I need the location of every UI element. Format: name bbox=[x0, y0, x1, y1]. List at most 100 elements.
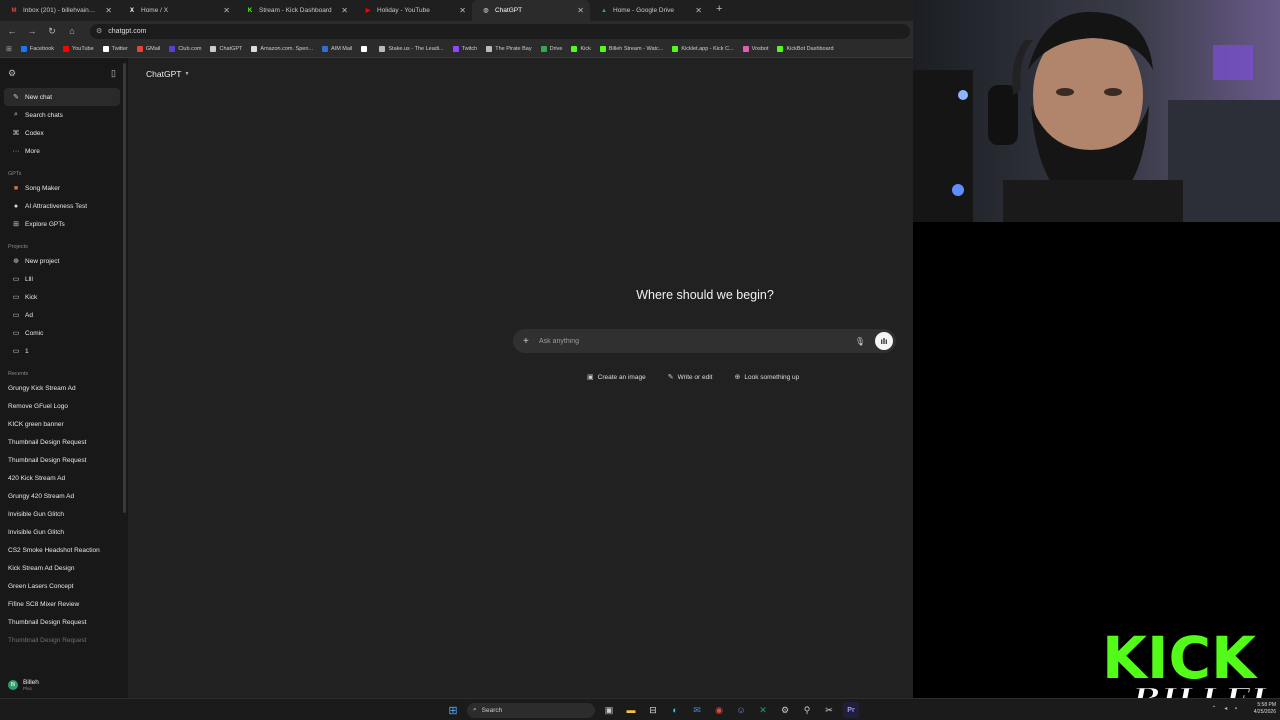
settings-icon[interactable]: ⚙ bbox=[777, 702, 793, 718]
bookmark-aim-mail[interactable]: AIM Mail bbox=[322, 46, 352, 52]
pin-icon[interactable]: ⚲ bbox=[799, 702, 815, 718]
recent-chat-item[interactable]: Grungy 420 Stream Ad bbox=[0, 487, 128, 505]
recent-chat-item[interactable]: Fifine SC8 Mixer Review bbox=[0, 595, 128, 613]
recent-chat-item[interactable]: Thumbnail Design Request bbox=[0, 631, 128, 649]
bookmark-twitch[interactable]: Twitch bbox=[452, 46, 477, 52]
gpt-item-ai-attractiveness-test[interactable]: ● AI Attractiveness Test bbox=[4, 197, 120, 215]
gpt-item-song-maker[interactable]: ■ Song Maker bbox=[4, 179, 120, 197]
close-tab-icon[interactable]: ✕ bbox=[341, 6, 348, 15]
close-tab-icon[interactable]: ✕ bbox=[459, 6, 466, 15]
recent-chat-item[interactable]: CS2 Smoke Headshot Reaction bbox=[0, 541, 128, 559]
store-icon[interactable]: ⊟ bbox=[645, 702, 661, 718]
bookmark-kickbot-dashboard[interactable]: KickBot Dashboard bbox=[777, 46, 834, 52]
bookmark-club-com[interactable]: Club.com bbox=[169, 46, 201, 52]
tab-inbox-201-billehvain-gmail-com[interactable]: M Inbox (201) - billehvain@gmail.com ✕ bbox=[0, 0, 118, 21]
bookmark-x[interactable] bbox=[361, 46, 370, 52]
tab-home-x[interactable]: X Home / X ✕ bbox=[118, 0, 236, 21]
chip-look-something-up[interactable]: ⊕ Look something up bbox=[727, 370, 806, 384]
recent-chat-item[interactable]: Thumbnail Design Request bbox=[0, 613, 128, 631]
new-tab-button[interactable]: + bbox=[708, 0, 730, 21]
file-explorer-icon[interactable]: ▬ bbox=[623, 702, 639, 718]
bookmark-amazon-com-spen[interactable]: Amazon.com. Spen... bbox=[251, 46, 313, 52]
model-selector[interactable]: ChatGPT ▼ bbox=[146, 69, 189, 79]
project-item-ad[interactable]: ▭ Ad bbox=[4, 306, 120, 324]
project-item-llll[interactable]: ▭ Llll bbox=[4, 270, 120, 288]
recent-chat-item[interactable]: Kick Stream Ad Design bbox=[0, 559, 128, 577]
site-info-icon[interactable]: ⚙ bbox=[96, 27, 102, 35]
reload-icon[interactable]: ↻ bbox=[46, 26, 58, 37]
bookmark-kick[interactable]: Kick bbox=[571, 46, 591, 52]
bookmark-label: Stake.us - The Leadi... bbox=[388, 46, 444, 52]
address-bar[interactable]: ⚙ chatgpt.com bbox=[90, 23, 910, 39]
chip-write-or-edit[interactable]: ✎ Write or edit bbox=[661, 370, 720, 384]
clock[interactable]: 5:58 PM 4/25/2026 bbox=[1254, 702, 1276, 716]
task-view-icon[interactable]: ▣ bbox=[601, 702, 617, 718]
recent-chat-item[interactable]: Green Lasers Concept bbox=[0, 577, 128, 595]
sidebar-toggle-icon[interactable]: ▯ bbox=[111, 68, 116, 79]
close-tab-icon[interactable]: ✕ bbox=[695, 6, 702, 15]
webcam-overlay bbox=[913, 0, 1280, 222]
sidebar-item-more[interactable]: ··· More bbox=[4, 142, 120, 160]
gmail-icon: M bbox=[11, 7, 17, 14]
recent-chat-item[interactable]: Grungy Kick Stream Ad bbox=[0, 379, 128, 397]
chrome-icon[interactable]: ◉ bbox=[711, 702, 727, 718]
sidebar-scrollbar[interactable] bbox=[123, 63, 126, 513]
outlook-icon[interactable]: ✉ bbox=[689, 702, 705, 718]
bookmark-vosbot[interactable]: Vosbot bbox=[742, 46, 768, 52]
recent-chat-item[interactable]: Invisible Gun Glitch bbox=[0, 523, 128, 541]
capcut-icon[interactable]: ✂ bbox=[821, 702, 837, 718]
microphone-icon[interactable]: 🎙︎ bbox=[855, 337, 865, 346]
prompt-input[interactable] bbox=[535, 337, 855, 345]
taskbar-search[interactable]: ⌕ Search bbox=[467, 702, 595, 718]
bookmark-kicklet-app-kick-c[interactable]: Kicklet.app - Kick C... bbox=[672, 46, 734, 52]
sidebar-item-label: Codex bbox=[25, 129, 44, 137]
project-item-kick[interactable]: ▭ Kick bbox=[4, 288, 120, 306]
bookmark-drive[interactable]: Drive bbox=[540, 46, 562, 52]
bookmark-facebook[interactable]: Facebook bbox=[20, 46, 54, 52]
user-menu[interactable]: BI Billeh Plus bbox=[0, 672, 128, 698]
tab-stream-kick-dashboard[interactable]: K Stream - Kick Dashboard ✕ bbox=[236, 0, 354, 21]
close-tab-icon[interactable]: ✕ bbox=[577, 6, 584, 15]
recent-chat-item[interactable]: 420 Kick Stream Ad bbox=[0, 469, 128, 487]
recent-chat-item[interactable]: Remove GFuel Logo bbox=[0, 397, 128, 415]
bookmark-stake-us-the-leadi[interactable]: Stake.us - The Leadi... bbox=[379, 46, 444, 52]
system-tray[interactable]: ⌃ ◂ ▪ bbox=[1212, 705, 1241, 712]
apps-icon[interactable]: ⊞ bbox=[6, 45, 12, 53]
project-item-1[interactable]: ▭ 1 bbox=[4, 342, 120, 360]
edge-icon[interactable]: ◐ bbox=[667, 702, 683, 718]
close-tab-icon[interactable]: ✕ bbox=[223, 6, 230, 15]
bookmark-billeh-stream-watc[interactable]: Billeh Stream - Watc... bbox=[599, 46, 663, 52]
recent-chat-item[interactable]: Invisible Gun Glitch bbox=[0, 505, 128, 523]
back-icon[interactable]: ← bbox=[6, 26, 18, 36]
sidebar-item-search-chats[interactable]: ⌕ Search chats bbox=[4, 106, 120, 124]
bookmark-youtube[interactable]: YouTube bbox=[63, 46, 94, 52]
openai-logo-icon[interactable]: ⚙ bbox=[8, 68, 16, 79]
start-icon[interactable]: ⊞ bbox=[445, 702, 461, 718]
bookmark-twitter[interactable]: Twitter bbox=[102, 46, 128, 52]
gpt-item-explore-gpts[interactable]: ⊞ Explore GPTs bbox=[4, 215, 120, 233]
discord-icon[interactable]: ☺ bbox=[733, 702, 749, 718]
sidebar-item-codex[interactable]: ⌘ Codex bbox=[4, 124, 120, 142]
chip-create-an-image[interactable]: ▣ Create an image bbox=[580, 370, 653, 384]
tab-holiday-youtube[interactable]: ▶ Holiday - YouTube ✕ bbox=[354, 0, 472, 21]
premiere-icon[interactable]: Pr bbox=[843, 702, 859, 718]
bookmark-the-pirate-bay[interactable]: The Pirate Bay bbox=[486, 46, 532, 52]
bookmark-chatgpt[interactable]: ChatGPT bbox=[210, 46, 242, 52]
voice-mode-button[interactable]: ıIı bbox=[875, 332, 893, 350]
home-icon[interactable]: ⌂ bbox=[66, 26, 78, 36]
recent-chat-item[interactable]: Thumbnail Design Request bbox=[0, 433, 128, 451]
project-item-comic[interactable]: ▭ Comic bbox=[4, 324, 120, 342]
close-tab-icon[interactable]: ✕ bbox=[105, 6, 112, 15]
recent-chat-item[interactable]: KICK green banner bbox=[0, 415, 128, 433]
sidebar-item-new-chat[interactable]: ✎ New chat bbox=[4, 88, 120, 106]
add-attachment-icon[interactable]: + bbox=[523, 336, 535, 347]
bookmark-favicon-icon bbox=[136, 46, 143, 52]
bookmark-gmail[interactable]: GMail bbox=[136, 46, 161, 52]
recent-chat-item[interactable]: Thumbnail Design Request bbox=[0, 451, 128, 469]
excel-icon[interactable]: ✕ bbox=[755, 702, 771, 718]
bookmark-label: GMail bbox=[145, 46, 161, 52]
project-item-new-project[interactable]: ⊕ New project bbox=[4, 252, 120, 270]
tab-chatgpt[interactable]: ◎ ChatGPT ✕ bbox=[472, 0, 590, 21]
tab-home-google-drive[interactable]: ▲ Home - Google Drive ✕ bbox=[590, 0, 708, 21]
forward-icon[interactable]: → bbox=[26, 26, 38, 36]
